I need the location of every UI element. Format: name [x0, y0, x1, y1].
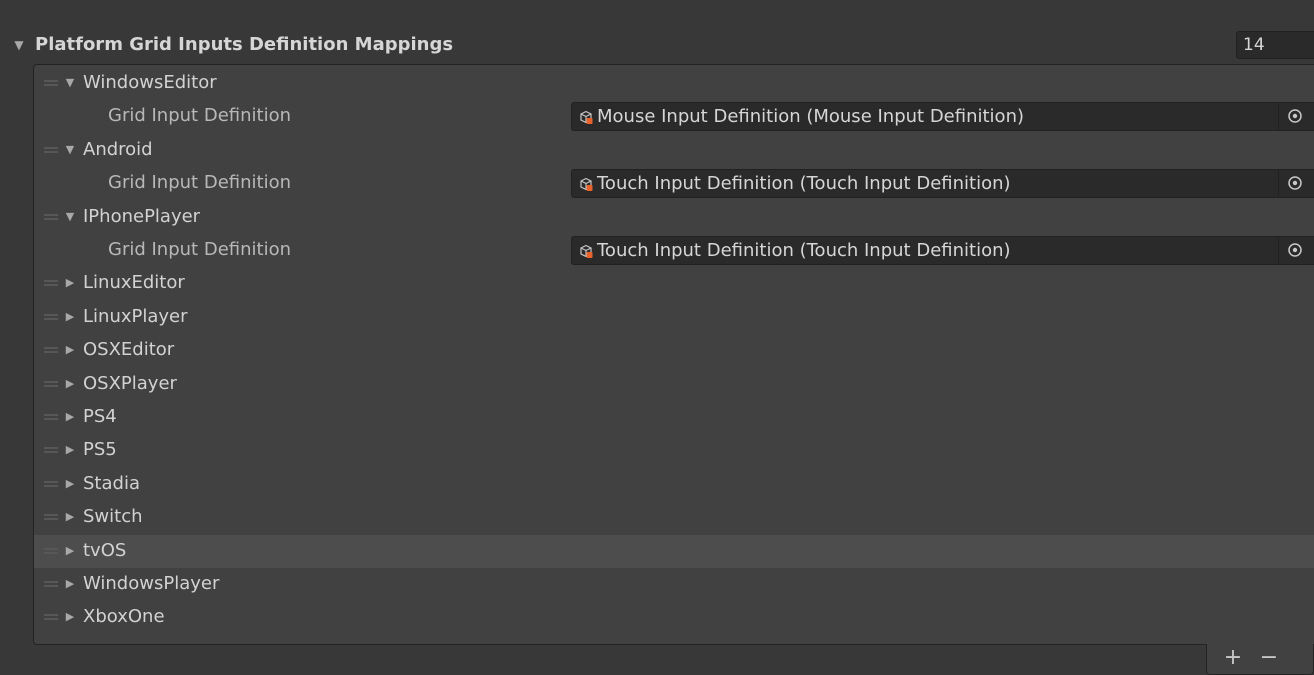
- drag-handle-icon[interactable]: [44, 447, 58, 454]
- collapsed-arrow-icon[interactable]: ▶: [63, 542, 77, 560]
- collapsed-arrow-icon[interactable]: ▶: [63, 408, 77, 426]
- list-element-row[interactable]: ▶ WindowsPlayer: [34, 568, 1314, 601]
- element-label[interactable]: Stadia: [83, 470, 140, 498]
- object-reference-value: Touch Input Definition (Touch Input Defi…: [597, 173, 1011, 195]
- array-title[interactable]: Platform Grid Inputs Definition Mappings: [35, 31, 453, 59]
- list-element-row[interactable]: ▼ Android: [34, 134, 1314, 167]
- object-reference-field[interactable]: Touch Input Definition (Touch Input Defi…: [571, 169, 1314, 199]
- property-label: Grid Input Definition: [108, 105, 291, 127]
- list-footer: + −: [1206, 644, 1314, 675]
- collapsed-arrow-icon[interactable]: ▶: [63, 508, 77, 526]
- collapsed-arrow-icon[interactable]: ▶: [63, 375, 77, 393]
- collapsed-arrow-icon[interactable]: ▶: [63, 274, 77, 292]
- list-element-row[interactable]: ▼ IPhonePlayer: [34, 201, 1314, 234]
- foldout-arrow-icon[interactable]: ▼: [10, 36, 28, 54]
- element-label[interactable]: Switch: [83, 503, 143, 531]
- object-reference-field[interactable]: Mouse Input Definition (Mouse Input Defi…: [571, 102, 1314, 132]
- drag-handle-icon[interactable]: [44, 380, 58, 387]
- element-label[interactable]: IPhonePlayer: [83, 203, 200, 231]
- list-element-row[interactable]: ▶ LinuxPlayer: [34, 301, 1314, 334]
- property-label: Grid Input Definition: [108, 172, 291, 194]
- array-header[interactable]: ▼ Platform Grid Inputs Definition Mappin…: [0, 28, 1314, 62]
- list-element-row[interactable]: ▶ PS5: [34, 434, 1314, 467]
- object-reference-field[interactable]: Touch Input Definition (Touch Input Defi…: [571, 236, 1314, 265]
- drag-handle-icon[interactable]: [44, 313, 58, 320]
- property-row: Grid Input Definition Touch Input Definit…: [34, 167, 1314, 200]
- object-reference-value: Mouse Input Definition (Mouse Input Defi…: [597, 106, 1024, 128]
- list-element-row[interactable]: ▶ LinuxEditor: [34, 267, 1314, 300]
- drag-handle-icon[interactable]: [44, 414, 58, 420]
- object-reference-value: Touch Input Definition (Touch Input Defi…: [597, 240, 1011, 261]
- drag-handle-icon[interactable]: [44, 146, 58, 153]
- collapsed-arrow-icon[interactable]: ▶: [63, 341, 77, 359]
- list-element-row[interactable]: ▶ tvOS: [34, 534, 1314, 568]
- scriptable-object-icon: [578, 243, 594, 259]
- collapsed-arrow-icon[interactable]: ▶: [63, 308, 77, 326]
- element-label[interactable]: WindowsPlayer: [83, 570, 219, 598]
- drag-handle-icon[interactable]: [44, 347, 58, 354]
- drag-handle-icon[interactable]: [44, 581, 58, 587]
- element-label[interactable]: OSXPlayer: [83, 370, 177, 398]
- list-element-row[interactable]: ▶ OSXPlayer: [34, 368, 1314, 401]
- list-element-row[interactable]: ▼ WindowsEditor: [34, 67, 1314, 100]
- scriptable-object-icon: [578, 176, 594, 192]
- element-label[interactable]: OSXEditor: [83, 336, 174, 364]
- drag-handle-icon[interactable]: [44, 614, 58, 621]
- property-label: Grid Input Definition: [108, 239, 291, 260]
- element-label[interactable]: tvOS: [83, 537, 126, 565]
- expanded-arrow-icon[interactable]: ▼: [63, 208, 77, 226]
- drag-handle-icon[interactable]: [44, 213, 58, 220]
- drag-handle-icon[interactable]: [44, 547, 58, 554]
- array-size-field[interactable]: 14: [1236, 31, 1314, 59]
- list-element-row[interactable]: ▶ Stadia: [34, 468, 1314, 501]
- list-element-row[interactable]: ▶ Switch: [34, 501, 1314, 534]
- object-picker-icon[interactable]: [1278, 237, 1312, 264]
- property-row: Grid Input Definition Mouse Input Definit…: [34, 100, 1314, 133]
- collapsed-arrow-icon[interactable]: ▶: [63, 475, 77, 493]
- collapsed-arrow-icon[interactable]: ▶: [63, 575, 77, 593]
- element-label[interactable]: PS4: [83, 403, 117, 431]
- element-label[interactable]: LinuxPlayer: [83, 303, 188, 331]
- expanded-arrow-icon[interactable]: ▼: [63, 74, 77, 92]
- object-picker-icon[interactable]: [1278, 170, 1312, 198]
- list-element-row[interactable]: ▶ OSXEditor: [34, 334, 1314, 367]
- element-label[interactable]: LinuxEditor: [83, 269, 185, 297]
- element-label[interactable]: XboxOne: [83, 603, 165, 631]
- scriptable-object-icon: [578, 109, 594, 125]
- element-label[interactable]: PS5: [83, 436, 117, 464]
- list-element-row[interactable]: ▶ PS4: [34, 401, 1314, 434]
- drag-handle-icon[interactable]: [44, 480, 58, 487]
- object-picker-icon[interactable]: [1278, 103, 1312, 131]
- drag-handle-icon[interactable]: [44, 280, 58, 287]
- add-element-button[interactable]: +: [1221, 644, 1245, 672]
- element-label[interactable]: WindowsEditor: [83, 69, 217, 97]
- collapsed-arrow-icon[interactable]: ▶: [63, 441, 77, 459]
- inspector-top-strip: [0, 0, 1314, 28]
- remove-element-button[interactable]: −: [1257, 644, 1281, 672]
- list-element-row[interactable]: ▶ XboxOne: [34, 601, 1314, 634]
- reorderable-list: ▼ WindowsEditor Grid Input Definition Mouse…: [33, 64, 1314, 645]
- property-row: Grid Input Definition Touch Input Definit…: [34, 234, 1314, 267]
- drag-handle-icon[interactable]: [44, 80, 58, 86]
- collapsed-arrow-icon[interactable]: ▶: [63, 608, 77, 626]
- drag-handle-icon[interactable]: [44, 514, 58, 521]
- expanded-arrow-icon[interactable]: ▼: [63, 141, 77, 159]
- element-label[interactable]: Android: [83, 136, 153, 164]
